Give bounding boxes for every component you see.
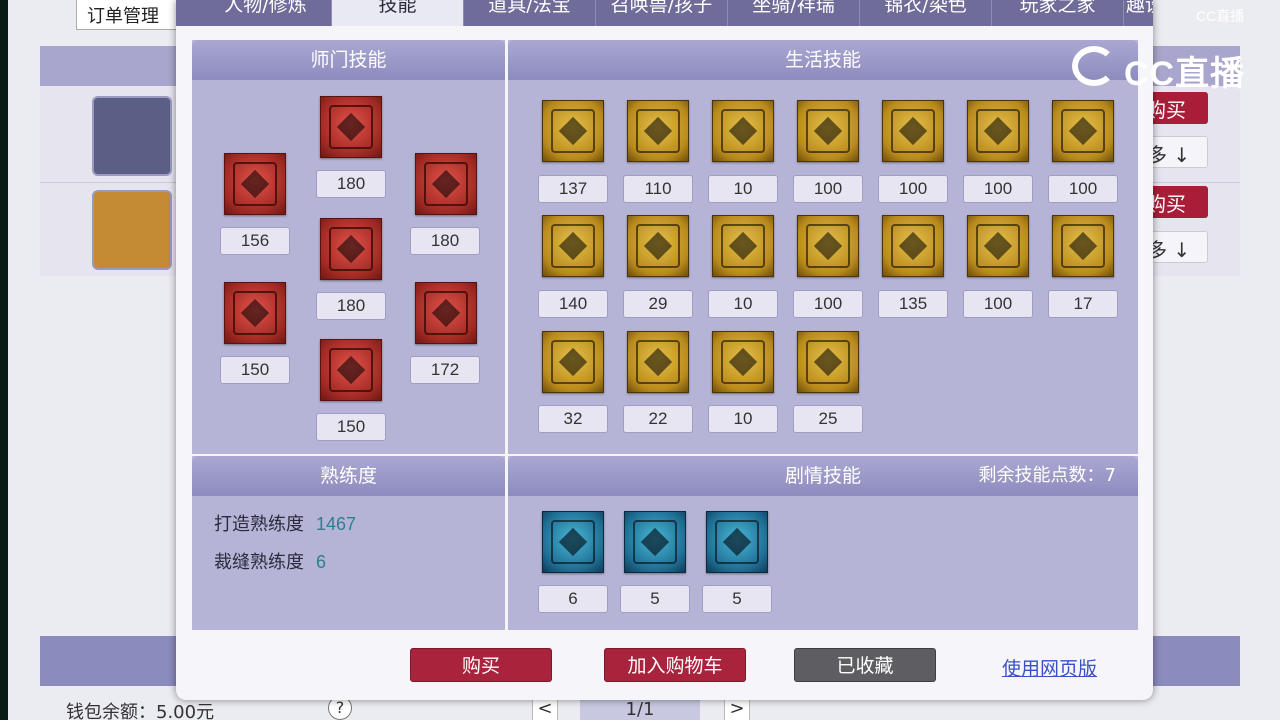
skill-level: 100 xyxy=(963,290,1033,318)
skill-level: 5 xyxy=(620,585,690,613)
story-skill-icon[interactable] xyxy=(624,511,686,573)
skill-level: 17 xyxy=(1048,290,1118,318)
life-skill-icon[interactable] xyxy=(967,100,1029,162)
skill-level: 100 xyxy=(793,175,863,203)
school-skill-icon[interactable] xyxy=(415,282,477,344)
life-skill-icon[interactable] xyxy=(712,100,774,162)
life-skill-icon[interactable] xyxy=(542,331,604,393)
life-skill-icon[interactable] xyxy=(542,215,604,277)
skill-level: 110 xyxy=(623,175,693,203)
skill-level: 100 xyxy=(878,175,948,203)
skill-level: 172 xyxy=(410,356,480,384)
life-skill-icon[interactable] xyxy=(627,100,689,162)
skills-modal: 人物/修炼 技能 道具/法宝 召唤兽/孩子 坐骑/祥瑞 锦衣/染色 玩家之家 趣… xyxy=(176,0,1153,700)
proficiency-section: 熟练度 xyxy=(192,456,505,630)
section-title: 熟练度 xyxy=(192,456,505,496)
remaining-points: 剩余技能点数：7 xyxy=(978,465,1116,486)
tab-skills[interactable]: 技能 xyxy=(332,0,464,26)
pet-avatar[interactable] xyxy=(92,190,172,270)
proficiency-label: 打造熟练度 xyxy=(214,514,304,535)
character-avatar[interactable] xyxy=(92,96,172,176)
life-skill-icon[interactable] xyxy=(967,215,1029,277)
add-to-cart-button[interactable]: 加入购物车 xyxy=(604,648,746,682)
skill-level: 100 xyxy=(963,175,1033,203)
proficiency-label: 裁缝熟练度 xyxy=(214,552,304,573)
life-skill-icon[interactable] xyxy=(1052,100,1114,162)
tab-mounts[interactable]: 坐骑/祥瑞 xyxy=(728,0,860,26)
life-skill-icon[interactable] xyxy=(627,331,689,393)
story-skill-icon[interactable] xyxy=(706,511,768,573)
school-skill-icon[interactable] xyxy=(320,96,382,158)
school-skill-icon[interactable] xyxy=(320,339,382,401)
life-skill-icon[interactable] xyxy=(1052,215,1114,277)
cc-live-watermark: CC直播 xyxy=(1072,44,1248,93)
school-skill-icon[interactable] xyxy=(320,218,382,280)
skill-level: 100 xyxy=(1048,175,1118,203)
tab-pets[interactable]: 召唤兽/孩子 xyxy=(596,0,728,26)
life-skill-icon[interactable] xyxy=(627,215,689,277)
skill-level: 180 xyxy=(316,292,386,320)
skill-level: 150 xyxy=(220,356,290,384)
skill-level: 10 xyxy=(708,290,778,318)
skill-level: 150 xyxy=(316,413,386,441)
buy-button[interactable]: 购买 xyxy=(410,648,552,682)
skill-level: 156 xyxy=(220,227,290,255)
proficiency-value: 6 xyxy=(316,552,327,572)
cc-logo-icon xyxy=(1072,46,1116,86)
story-skill-icon[interactable] xyxy=(542,511,604,573)
order-management-select[interactable]: 订单管理 xyxy=(76,0,186,30)
skill-level: 25 xyxy=(793,405,863,433)
proficiency-value: 1467 xyxy=(316,514,357,534)
section-title: 剧情技能 剩余技能点数：7 xyxy=(508,456,1138,496)
life-skill-icon[interactable] xyxy=(797,215,859,277)
school-skill-icon[interactable] xyxy=(224,153,286,215)
life-skill-icon[interactable] xyxy=(712,215,774,277)
tab-items[interactable]: 道具/法宝 xyxy=(464,0,596,26)
skill-level: 10 xyxy=(708,175,778,203)
tab-outfits[interactable]: 锦衣/染色 xyxy=(860,0,992,26)
skill-level: 10 xyxy=(708,405,778,433)
tab-bar: 人物/修炼 技能 道具/法宝 召唤兽/孩子 坐骑/祥瑞 锦衣/染色 玩家之家 趣… xyxy=(176,0,1153,26)
life-skill-icon[interactable] xyxy=(797,100,859,162)
tab-home[interactable]: 玩家之家 xyxy=(992,0,1124,26)
skill-level: 180 xyxy=(316,170,386,198)
skill-level: 5 xyxy=(702,585,772,613)
watermark-text: CC直播 xyxy=(1124,55,1246,93)
wallet-balance: 钱包余额：5.00元 xyxy=(66,702,215,720)
forging-proficiency: 打造熟练度 1467 xyxy=(214,510,356,536)
page-indicator: 1/1 xyxy=(580,698,700,720)
life-skill-icon[interactable] xyxy=(882,100,944,162)
life-skill-icon[interactable] xyxy=(882,215,944,277)
life-skill-icon[interactable] xyxy=(712,331,774,393)
skill-level: 32 xyxy=(538,405,608,433)
section-title: 生活技能 xyxy=(508,40,1138,80)
school-skill-icon[interactable] xyxy=(224,282,286,344)
skill-level: 180 xyxy=(410,227,480,255)
tab-settings[interactable]: 趣设置 xyxy=(1124,0,1153,26)
skill-level: 100 xyxy=(793,290,863,318)
tailoring-proficiency: 裁缝熟练度 6 xyxy=(214,548,326,574)
skill-level: 6 xyxy=(538,585,608,613)
skill-level: 137 xyxy=(538,175,608,203)
tab-character[interactable]: 人物/修炼 xyxy=(200,0,332,26)
skill-level: 135 xyxy=(878,290,948,318)
school-skill-icon[interactable] xyxy=(415,153,477,215)
skill-level: 29 xyxy=(623,290,693,318)
favorited-button[interactable]: 已收藏 xyxy=(794,648,936,682)
life-skill-icon[interactable] xyxy=(797,331,859,393)
cc-small-watermark: CC直播 xyxy=(1196,8,1245,24)
life-skill-icon[interactable] xyxy=(542,100,604,162)
skill-level: 140 xyxy=(538,290,608,318)
story-title: 剧情技能 xyxy=(784,465,861,487)
section-title: 师门技能 xyxy=(192,40,505,80)
skill-level: 22 xyxy=(623,405,693,433)
left-game-edge: 1 笔 1 3 xyxy=(0,0,28,720)
web-version-link[interactable]: 使用网页版 xyxy=(1002,654,1097,681)
